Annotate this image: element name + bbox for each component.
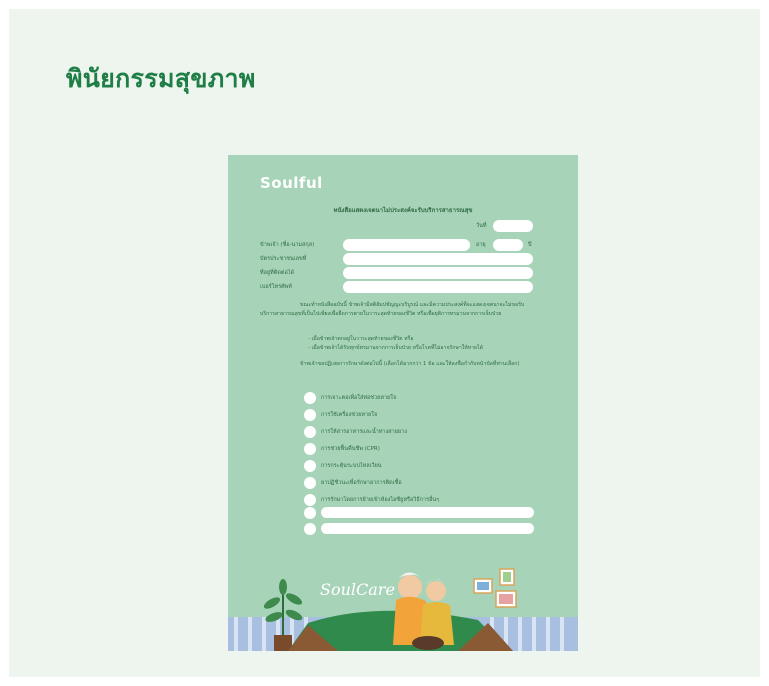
- option-checkbox-blank: [304, 523, 316, 535]
- other-option-field: [321, 523, 534, 534]
- age-field: [493, 239, 523, 251]
- cat: [412, 636, 444, 650]
- name-label: ข้าพเจ้า (ชื่อ-นามสกุล): [260, 242, 315, 248]
- other-option-field: [321, 507, 534, 518]
- age-unit: ปี: [528, 242, 532, 248]
- soulcare-logo-text: SoulCare: [320, 580, 395, 599]
- address-field: [343, 267, 533, 279]
- option-label: การรักษาโดยการย้ายเข้าห้องไอซียูหรือวิธี…: [321, 497, 440, 503]
- option-checkbox: [304, 409, 316, 421]
- option-label: การให้สารอาหารและน้ำทางสายยาง: [321, 429, 407, 435]
- date-field: [493, 220, 533, 232]
- phone-field: [343, 281, 533, 293]
- option-checkbox-blank: [304, 507, 316, 519]
- phone-label: เบอร์โทรศัพท์: [260, 284, 292, 290]
- declaration-paragraph: ขณะทำหนังสือฉบับนี้ ข้าพเจ้ามีสติสัมปชัญ…: [260, 302, 525, 317]
- option-checkbox: [304, 494, 316, 506]
- option-checkbox: [304, 477, 316, 489]
- option-checkbox: [304, 392, 316, 404]
- condition-1: - เมื่อข้าพเจ้าตกอยู่ในวาระสุดท้ายของชีว…: [308, 336, 414, 342]
- brand-logo: Soulful: [260, 174, 323, 192]
- option-checkbox: [304, 426, 316, 438]
- address-label: ที่อยู่ที่ติดต่อได้: [260, 270, 295, 276]
- plant-pot: [274, 635, 292, 651]
- living-will-form-image: Soulful หนังสือแสดงเจตนาไม่ประสงค์จะรับบ…: [228, 155, 578, 651]
- form-title: หนังสือแสดงเจตนาไม่ประสงค์จะรับบริการสาธ…: [333, 207, 473, 214]
- date-label: วันที่: [476, 223, 487, 229]
- option-label: การช่วยฟื้นคืนชีพ (CPR): [321, 446, 380, 452]
- option-checkbox: [304, 443, 316, 455]
- option-label: การกระตุ้นระบบไหลเวียน: [321, 463, 382, 469]
- id-label: บัตรประชาชนเลขที่: [260, 256, 307, 262]
- condition-2: - เมื่อข้าพเจ้าได้รับทุกข์ทรมานจากการเจ็…: [308, 345, 484, 351]
- option-label: การเจาะคอเพื่อใส่ท่อช่วยหายใจ: [321, 395, 397, 401]
- option-label: การใช้เครื่องช่วยหายใจ: [321, 412, 378, 418]
- option-checkbox: [304, 460, 316, 472]
- name-field: [343, 239, 470, 251]
- id-field: [343, 253, 533, 265]
- soulcare-illustration: SoulCare: [228, 568, 578, 651]
- content-panel: พินัยกรรมสุขภาพ Soulful หนังสือแสดงเจตนา…: [9, 9, 760, 677]
- page-title: พินัยกรรมสุขภาพ: [66, 64, 256, 93]
- instruction-text: ข้าพเจ้าขอปฏิเสธการรักษาดังต่อไปนี้ (เลื…: [300, 361, 520, 367]
- age-label: อายุ: [476, 242, 486, 248]
- option-label: ยาปฏิชีวนะเพื่อรักษาอาการติดเชื้อ: [321, 480, 402, 486]
- figure-head: [398, 575, 422, 599]
